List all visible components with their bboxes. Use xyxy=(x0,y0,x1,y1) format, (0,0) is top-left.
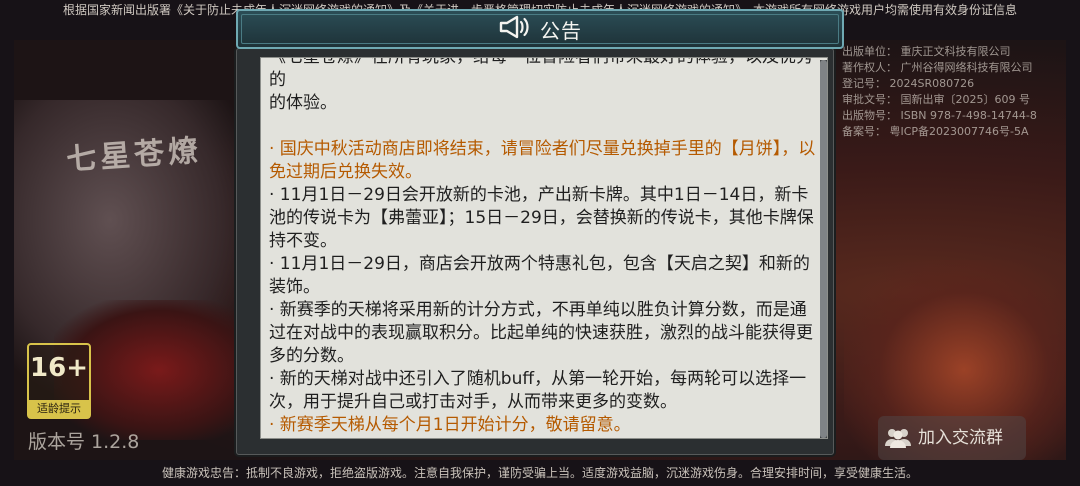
megaphone-icon xyxy=(498,14,532,44)
age-rating-label: 适龄提示 xyxy=(29,400,89,417)
announcement-content-area[interactable]: 《七星苍燎》在所有玩家，给每一位冒险者们带来最好的体验，以及优秀的的体验。 · 国… xyxy=(260,57,828,439)
announcement-paragraph: 《七星苍燎》在所有玩家，给每一位冒险者们带来最好的体验，以及优秀的 xyxy=(269,57,813,90)
publisher-info-line: 登记号： 2024SR080726 xyxy=(842,77,975,90)
publisher-info-line: 出版单位： 重庆正文科技有限公司 xyxy=(842,45,1011,58)
dialog-title: 公告 xyxy=(540,18,582,43)
group-icon xyxy=(878,426,918,450)
join-group-label: 加入交流群 xyxy=(918,428,1003,448)
announcement-header: 公告 xyxy=(236,9,844,49)
announcement-paragraph: · 新的天梯对战中还引入了随机buff，从第一轮开始，每两轮可以选择一次，用于提… xyxy=(269,369,807,412)
publisher-info-line: 出版物号： ISBN 978-7-498-14744-8 xyxy=(842,109,1037,122)
announcement-paragraph: · 国庆中秋活动商店即将结束，请冒险者们尽量兑换掉手里的【月饼】，以免过期后兑换… xyxy=(269,139,816,182)
health-notice: 健康游戏忠告：抵制不良游戏，拒绝盗版游戏。注意自我保护，谨防受骗上当。适度游戏益… xyxy=(161,466,918,480)
announcement-text: 《七星苍燎》在所有玩家，给每一位冒险者们带来最好的体验，以及优秀的的体验。 · 国… xyxy=(269,57,817,437)
publisher-info-line: 审批文号： 国新出审〔2025〕609 号 xyxy=(842,93,1030,106)
announcement-paragraph: · 11月1日－29日会开放新的卡池，产出新卡牌。其中1日－14日，新卡池的传说… xyxy=(269,185,814,251)
announcement-paragraph xyxy=(269,115,817,138)
announcement-paragraph: · 11月1日－29日，商店会开放两个特惠礼包，包含【天启之契】和新的装饰。 xyxy=(269,254,810,297)
announcement-paragraph: · 新赛季天梯从每个月1日开始计分，敬请留意。 xyxy=(269,415,631,435)
age-rating-value: 16+ xyxy=(30,353,88,383)
publisher-info-line: 备案号： 粤ICP备2023007746号-5A xyxy=(842,125,1029,138)
publisher-info-line: 著作权人： 广州谷得网络科技有限公司 xyxy=(842,61,1033,74)
announcement-paragraph: 的体验。 xyxy=(269,93,337,113)
publisher-info: 出版单位： 重庆正文科技有限公司著作权人： 广州谷得网络科技有限公司 登记号： 2… xyxy=(842,44,1072,140)
version-label: 版本号 1.2.8 xyxy=(28,431,140,453)
announcement-scrollbar-thumb[interactable] xyxy=(820,60,827,438)
age-rating-badge[interactable]: 16+ 适龄提示 xyxy=(27,343,91,419)
announcement-dialog: 《七星苍燎》在所有玩家，给每一位冒险者们带来最好的体验，以及优秀的的体验。 · 国… xyxy=(236,48,834,455)
join-group-button[interactable]: 加入交流群 xyxy=(878,416,1026,460)
announcement-paragraph: · 新赛季的天梯将采用新的计分方式，不再单纯以胜负计算分数，而是通过在对战中的表… xyxy=(269,300,813,366)
